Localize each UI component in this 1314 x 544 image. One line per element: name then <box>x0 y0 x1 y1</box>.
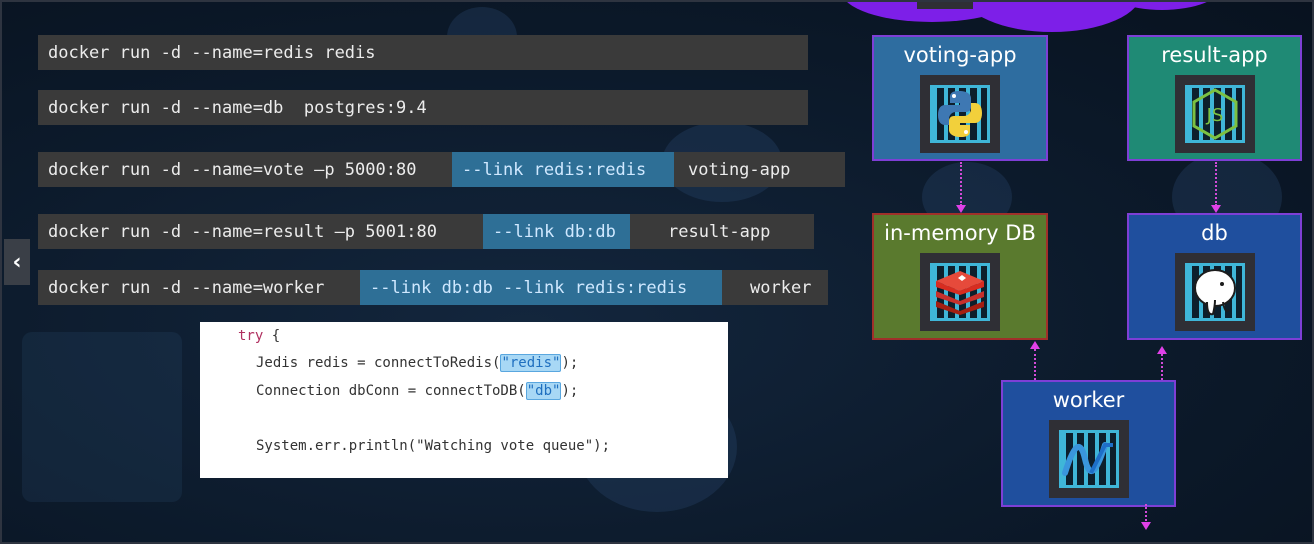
cloud-tile-bottom <box>917 2 973 9</box>
container-tile <box>1048 420 1129 498</box>
container-tile <box>920 75 1000 153</box>
connector-line <box>1034 349 1036 380</box>
previous-slide-button[interactable]: ‹ <box>4 239 30 285</box>
bg-blob <box>22 332 182 502</box>
link-highlight: --link db:db <box>483 214 630 249</box>
code-highlight: "db" <box>525 382 562 400</box>
service-title: worker <box>1052 388 1125 412</box>
command-image: worker <box>750 277 812 298</box>
arrow-up-icon <box>1157 346 1167 354</box>
cloud-shape <box>962 2 1142 32</box>
service-in-memory-db: in-memory DB <box>872 213 1048 340</box>
container-tile <box>920 253 1000 331</box>
code-line: Jedis redis = connectToRedis("redis"); <box>256 354 579 372</box>
redis-icon <box>936 271 984 315</box>
service-title: result-app <box>1161 43 1268 67</box>
code-keyword: try <box>238 328 264 344</box>
command-image: voting-app <box>688 159 791 180</box>
command-worker: docker run -d --name=worker --link db:db… <box>38 270 828 305</box>
python-icon <box>938 91 982 137</box>
connector-line <box>1215 162 1217 206</box>
code-line: try { <box>238 328 280 344</box>
connector-line <box>960 162 962 206</box>
service-db: db <box>1127 213 1302 340</box>
command-text: docker run -d --name=result –p 5001:80 <box>48 221 437 242</box>
code-text: ); <box>561 383 579 399</box>
command-text: docker run -d --name=redis redis <box>48 42 376 63</box>
code-text: System.err.println("Watching vote queue"… <box>256 438 611 454</box>
code-snippet: try { Jedis redis = connectToRedis("redi… <box>200 322 728 478</box>
code-highlight: "redis" <box>500 354 562 372</box>
command-image: result-app <box>668 221 771 242</box>
code-text: Connection dbConn = connectToDB( <box>256 383 526 399</box>
dotnet-icon <box>1061 442 1113 476</box>
container-tile <box>1174 253 1255 331</box>
chevron-left-icon: ‹ <box>12 249 22 275</box>
service-result-app: result-app JS <box>1127 35 1302 161</box>
arrow-down-icon <box>1141 522 1151 530</box>
nodejs-icon: JS <box>1192 88 1237 140</box>
arrow-down-icon <box>1211 205 1221 213</box>
code-text: Jedis redis = connectToRedis( <box>256 355 501 371</box>
slide: docker run -d --name=redis redis docker … <box>0 0 1314 544</box>
container-tile: JS <box>1174 75 1255 153</box>
service-voting-app: voting-app <box>872 35 1048 161</box>
code-text: { <box>263 328 281 344</box>
command-vote: docker run -d --name=vote –p 5000:80 --l… <box>38 152 845 187</box>
command-text: docker run -d --name=db postgres:9.4 <box>48 97 427 118</box>
arrow-up-icon <box>1030 341 1040 349</box>
command-result: docker run -d --name=result –p 5001:80 -… <box>38 214 814 249</box>
command-db: docker run -d --name=db postgres:9.4 <box>38 90 808 125</box>
code-line: System.err.println("Watching vote queue"… <box>256 438 610 454</box>
service-title: db <box>1201 221 1228 245</box>
svg-text:JS: JS <box>1205 105 1223 126</box>
connector-line <box>1161 354 1163 380</box>
arrow-down-icon <box>956 205 966 213</box>
command-text: docker run -d --name=vote –p 5000:80 <box>48 159 417 180</box>
connector-line <box>1145 504 1147 524</box>
code-line: Connection dbConn = connectToDB("db"); <box>256 382 579 400</box>
service-title: in-memory DB <box>884 221 1036 245</box>
link-highlight: --link redis:redis <box>452 152 674 187</box>
postgres-icon <box>1193 269 1236 316</box>
service-worker: worker <box>1001 380 1176 507</box>
code-text: ); <box>561 355 579 371</box>
command-text: docker run -d --name=worker <box>48 277 325 298</box>
service-title: voting-app <box>903 43 1017 67</box>
link-highlight: --link db:db --link redis:redis <box>360 270 722 305</box>
command-redis: docker run -d --name=redis redis <box>38 35 808 70</box>
